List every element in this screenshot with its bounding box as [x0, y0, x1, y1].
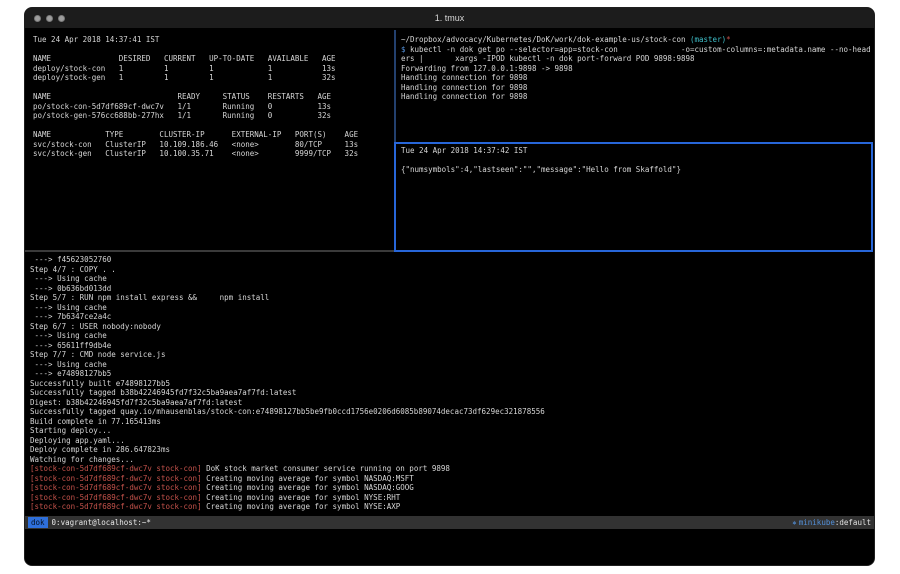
terminal-line: {"numsymbols":4,"lastseen":"","message":… [401, 165, 871, 175]
terminal-line: svc/stock-gen ClusterIP 10.100.35.71 <no… [33, 149, 394, 159]
terminal-line: Starting deploy... [30, 426, 873, 436]
kubernetes-helm-icon: ⎈ [793, 519, 797, 527]
terminal-line: NAME READY STATUS RESTARTS AGE [33, 92, 394, 102]
terminal-line [33, 121, 394, 131]
terminal-line: po/stock-gen-576cc688bb-277hx 1/1 Runnin… [33, 111, 394, 121]
terminal-line: ~/Dropbox/advocacy/Kubernetes/DoK/work/d… [401, 35, 873, 45]
session-name-badge[interactable]: dok [28, 517, 48, 528]
terminal-line: ---> 7b6347ce2a4c [30, 312, 873, 322]
terminal-line: Watching for changes... [30, 455, 873, 465]
terminal-line: $ kubectl -n dok get po --selector=app=s… [401, 45, 873, 55]
terminal-line: deploy/stock-gen 1 1 1 1 32s [33, 73, 394, 83]
terminal-line: Handling connection for 9898 [401, 83, 873, 93]
terminal-line: Handling connection for 9898 [401, 92, 873, 102]
desktop-background: 1. tmux Tue 24 Apr 2018 14:37:41 IST NAM… [0, 0, 900, 574]
pane-skaffold-build-log[interactable]: ---> f45623052760Step 4/7 : COPY . . ---… [25, 252, 873, 514]
terminal-line [33, 45, 394, 55]
terminal-line: Build complete in 77.165413ms [30, 417, 873, 427]
terminal-line: ---> f45623052760 [30, 255, 873, 265]
terminal-line: Handling connection for 9898 [401, 73, 873, 83]
terminal-line: Forwarding from 127.0.0.1:9898 -> 9898 [401, 64, 873, 74]
tmux-status-bar: dok 0:vagrant@localhost:~* ⎈ minikube :d… [25, 516, 874, 529]
terminal-line: ---> 65611ff9db4e [30, 341, 873, 351]
terminal-line: Successfully tagged quay.io/mhausenblas/… [30, 407, 873, 417]
terminal-line: ---> Using cache [30, 331, 873, 341]
terminal-line: ---> Using cache [30, 303, 873, 313]
terminal-line: Step 5/7 : RUN npm install express && np… [30, 293, 873, 303]
terminal-line: Step 4/7 : COPY . . [30, 265, 873, 275]
terminal-line: [stock-con-5d7df689cf-dwc7v stock-con] C… [30, 483, 873, 493]
terminal-window: 1. tmux Tue 24 Apr 2018 14:37:41 IST NAM… [24, 7, 875, 566]
terminal-line: NAME TYPE CLUSTER-IP EXTERNAL-IP PORT(S)… [33, 130, 394, 140]
terminal-line: Successfully built e74898127bb5 [30, 379, 873, 389]
terminal-line: Deploying app.yaml... [30, 436, 873, 446]
window-titlebar[interactable]: 1. tmux [25, 8, 874, 29]
kube-namespace-label: :default [835, 518, 871, 527]
terminal-line: Tue 24 Apr 2018 14:37:41 IST [33, 35, 394, 45]
terminal-line: Step 6/7 : USER nobody:nobody [30, 322, 873, 332]
terminal-line: Successfully tagged b38b42246945fd7f32c5… [30, 388, 873, 398]
terminal-line: Step 7/7 : CMD node service.js [30, 350, 873, 360]
window-list-item[interactable]: 0:vagrant@localhost:~* [52, 518, 151, 527]
terminal-line: [stock-con-5d7df689cf-dwc7v stock-con] D… [30, 464, 873, 474]
tmux-terminal: Tue 24 Apr 2018 14:37:41 IST NAME DESIRE… [25, 30, 874, 565]
terminal-line [33, 83, 394, 93]
terminal-line [401, 156, 871, 166]
terminal-line: Tue 24 Apr 2018 14:37:42 IST [401, 146, 871, 156]
terminal-line: ---> Using cache [30, 360, 873, 370]
pane-service-response-active[interactable]: Tue 24 Apr 2018 14:37:42 IST {"numsymbol… [394, 142, 873, 252]
terminal-line: ---> Using cache [30, 274, 873, 284]
status-right-section: ⎈ minikube :default [793, 518, 871, 527]
terminal-line: ---> e74898127bb5 [30, 369, 873, 379]
terminal-line: ers | xargs -IPOD kubectl -n dok port-fo… [401, 54, 873, 64]
window-title: 1. tmux [25, 8, 874, 29]
pane-kubectl-watch[interactable]: Tue 24 Apr 2018 14:37:41 IST NAME DESIRE… [25, 30, 394, 250]
terminal-line: po/stock-con-5d7df689cf-dwc7v 1/1 Runnin… [33, 102, 394, 112]
terminal-line: deploy/stock-con 1 1 1 1 13s [33, 64, 394, 74]
terminal-line: ---> 0b636bd013dd [30, 284, 873, 294]
terminal-line: [stock-con-5d7df689cf-dwc7v stock-con] C… [30, 493, 873, 503]
terminal-line: Digest: b38b42246945fd7f32c5ba9aea7af7fd… [30, 398, 873, 408]
kube-context-label: minikube [799, 518, 835, 527]
terminal-line: svc/stock-con ClusterIP 10.109.186.46 <n… [33, 140, 394, 150]
terminal-line: Deploy complete in 286.647823ms [30, 445, 873, 455]
terminal-line: [stock-con-5d7df689cf-dwc7v stock-con] C… [30, 474, 873, 484]
terminal-line: NAME DESIRED CURRENT UP-TO-DATE AVAILABL… [33, 54, 394, 64]
pane-port-forward[interactable]: ~/Dropbox/advocacy/Kubernetes/DoK/work/d… [396, 30, 873, 140]
terminal-line: [stock-con-5d7df689cf-dwc7v stock-con] C… [30, 502, 873, 512]
